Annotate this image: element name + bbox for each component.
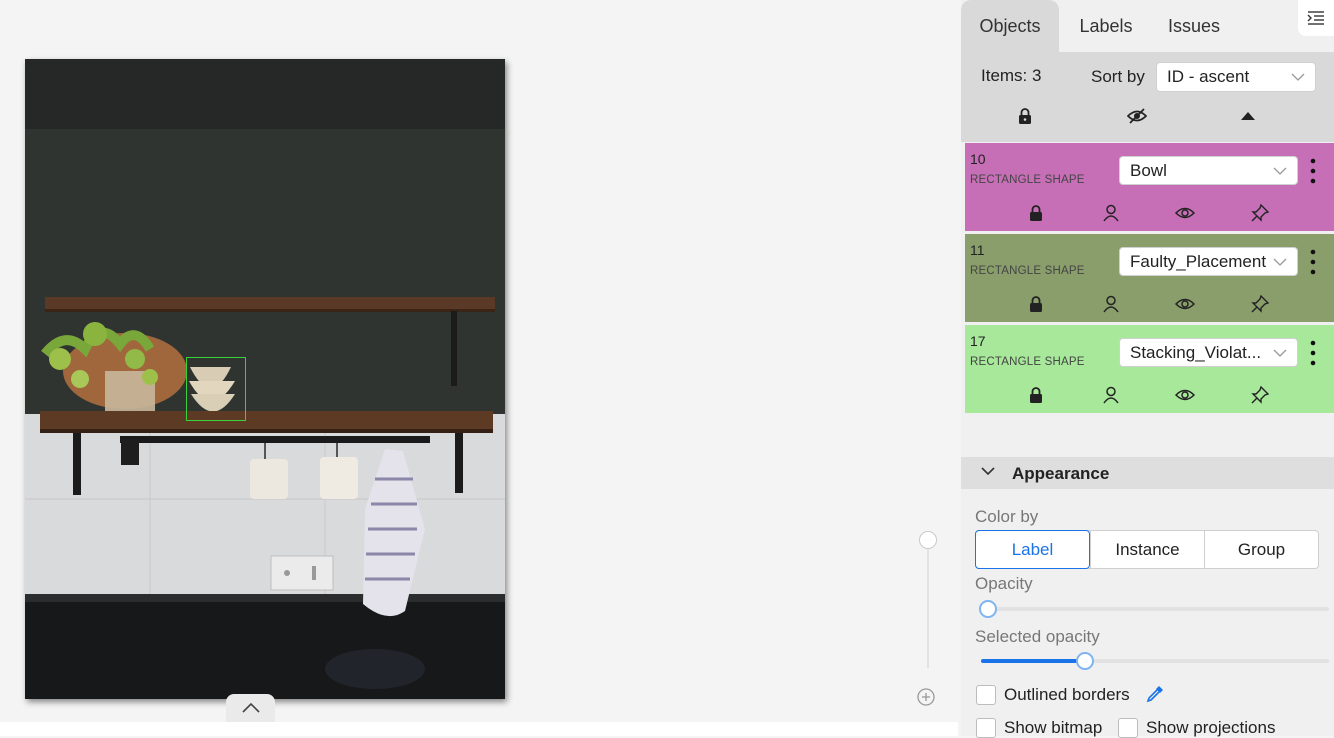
user-icon[interactable] (1101, 294, 1121, 314)
chevron-down-icon (1273, 258, 1287, 266)
user-icon[interactable] (1101, 203, 1121, 223)
lock-icon[interactable] (1026, 203, 1046, 223)
appearance-title: Appearance (1012, 464, 1110, 483)
chevron-down-icon (1273, 349, 1287, 357)
chevron-down-icon (1273, 167, 1287, 175)
object-label-value: Bowl (1130, 160, 1167, 180)
opacity-label: Opacity (975, 574, 1033, 593)
object-type: RECTANGLE SHAPE (970, 356, 1085, 368)
object-item[interactable]: 17 RECTANGLE SHAPE Stacking_Violat... (965, 325, 1334, 413)
sort-by-value: ID - ascent (1167, 67, 1250, 86)
zoom-slider-track[interactable] (927, 548, 929, 668)
chevron-up-icon (241, 703, 260, 713)
sort-by-label: Sort by (1091, 67, 1145, 86)
object-item[interactable]: 10 RECTANGLE SHAPE Bowl (965, 143, 1334, 231)
user-icon[interactable] (1101, 385, 1121, 405)
object-item[interactable]: 11 RECTANGLE SHAPE Faulty_Placement (965, 234, 1334, 322)
tab-objects[interactable]: Objects (961, 0, 1059, 52)
eye-icon[interactable] (1175, 385, 1195, 405)
objects-sidebar: Objects Labels Issues Items: 3 Sort by I… (961, 0, 1334, 738)
show-bitmap-label: Show bitmap (1004, 718, 1103, 737)
selected-opacity-label: Selected opacity (975, 627, 1100, 646)
more-options-icon[interactable] (1309, 157, 1317, 185)
caret-up-icon[interactable] (1238, 106, 1258, 126)
eye-icon[interactable] (1175, 294, 1195, 314)
selected-opacity-slider-handle[interactable] (1076, 652, 1094, 670)
more-options-icon[interactable] (1309, 248, 1317, 276)
object-type: RECTANGLE SHAPE (970, 265, 1085, 277)
appearance-collapse-header[interactable]: Appearance (961, 457, 1334, 489)
color-by-label-option[interactable]: Label (975, 530, 1090, 569)
pin-icon[interactable] (1250, 203, 1270, 223)
objects-header: Items: 3 Sort by ID - ascent (961, 52, 1334, 142)
zoom-slider-handle[interactable] (919, 531, 937, 549)
annotation-bounding-box[interactable] (186, 357, 246, 421)
object-type: RECTANGLE SHAPE (970, 174, 1085, 186)
eyedropper-icon[interactable] (1145, 684, 1165, 704)
object-id: 17 (970, 333, 986, 349)
more-options-icon[interactable] (1309, 339, 1317, 367)
eye-invisible-icon[interactable] (1127, 106, 1147, 126)
selected-opacity-slider-fill (981, 659, 1085, 663)
lock-all-icon[interactable] (1015, 106, 1035, 126)
color-by-segmented: Label Instance Group (975, 530, 1319, 569)
color-by-instance-option[interactable]: Instance (1090, 531, 1204, 568)
tab-labels[interactable]: Labels (1069, 0, 1143, 52)
object-label-select[interactable]: Stacking_Violat... (1119, 338, 1298, 367)
lock-icon[interactable] (1026, 294, 1046, 314)
chevron-down-icon (1291, 73, 1305, 81)
show-projections-label: Show projections (1146, 718, 1276, 737)
outlined-borders-checkbox[interactable] (976, 685, 996, 705)
outlined-borders-label: Outlined borders (1004, 685, 1130, 704)
object-id: 11 (970, 242, 985, 258)
object-label-select[interactable]: Bowl (1119, 156, 1298, 185)
show-projections-checkbox[interactable] (1118, 718, 1138, 738)
lock-icon[interactable] (1026, 385, 1046, 405)
pin-icon[interactable] (1250, 385, 1270, 405)
opacity-slider-handle[interactable] (979, 600, 997, 618)
chevron-down-icon (981, 467, 995, 476)
annotation-canvas[interactable] (0, 0, 958, 736)
toggle-sidebar-button[interactable] (1298, 0, 1334, 36)
opacity-slider-track[interactable] (981, 607, 1329, 611)
annotated-image[interactable] (25, 59, 505, 699)
indent-icon (1307, 11, 1324, 25)
color-by-group-option[interactable]: Group (1204, 531, 1318, 568)
canvas-bottom-strip (0, 722, 958, 736)
show-bitmap-checkbox[interactable] (976, 718, 996, 738)
object-label-select[interactable]: Faulty_Placement (1119, 247, 1298, 276)
collapse-filmstrip-button[interactable] (226, 694, 275, 722)
zoom-in-icon[interactable] (916, 687, 936, 707)
items-count: Items: 3 (981, 66, 1042, 85)
object-label-value: Stacking_Violat... (1130, 342, 1262, 362)
tab-issues[interactable]: Issues (1159, 0, 1229, 52)
object-id: 10 (970, 151, 986, 167)
sort-by-select[interactable]: ID - ascent (1156, 62, 1316, 92)
eye-icon[interactable] (1175, 203, 1195, 223)
pin-icon[interactable] (1250, 294, 1270, 314)
color-by-label: Color by (975, 507, 1039, 526)
sidebar-tabs: Objects Labels Issues (961, 0, 1334, 52)
object-label-value: Faulty_Placement (1130, 251, 1267, 271)
